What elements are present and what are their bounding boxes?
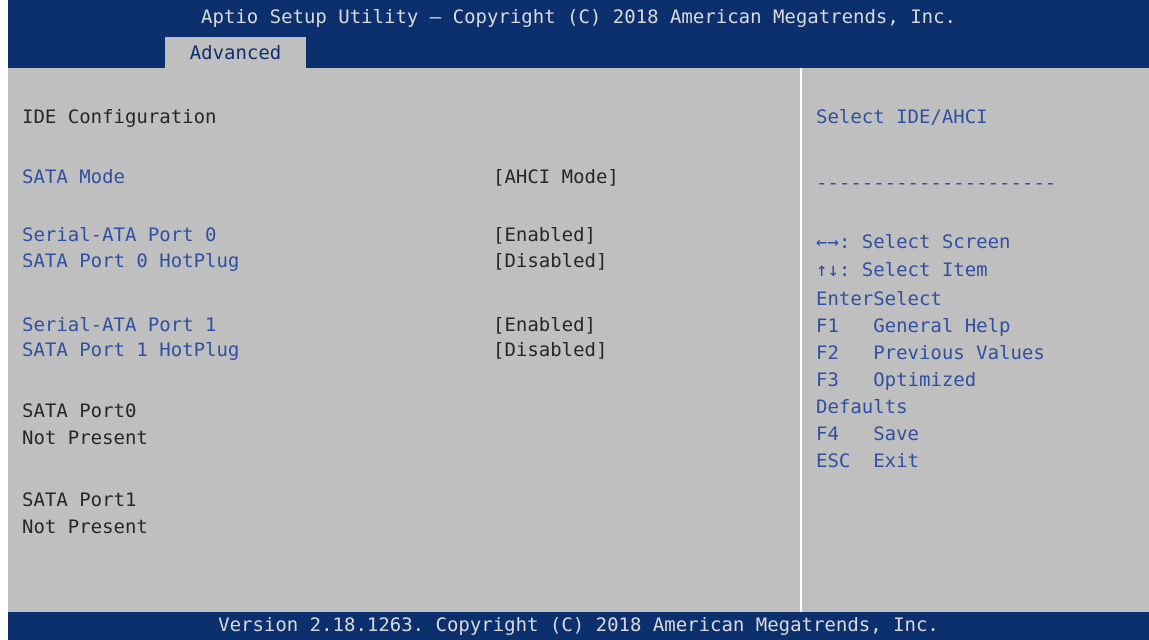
tab-advanced[interactable]: Advanced xyxy=(165,37,306,68)
sata-mode-value[interactable]: [AHCI Mode] xyxy=(493,165,619,189)
main-panel: IDE Configuration SATA Mode [AHCI Mode] … xyxy=(8,68,1149,612)
help-separator: --------------------- xyxy=(816,172,1057,194)
key-f2-previous: F2 Previous Values xyxy=(816,342,1045,364)
sata-mode-label[interactable]: SATA Mode xyxy=(22,165,125,189)
sata-port1-name: SATA Port1 xyxy=(22,489,137,511)
footer-bar: Version 2.18.1263. Copyright (C) 2018 Am… xyxy=(8,612,1149,640)
serial-ata-port0-label[interactable]: Serial-ATA Port 0 xyxy=(22,223,216,247)
sata-port1-hotplug-value[interactable]: [Disabled] xyxy=(493,338,607,362)
help-description: Select IDE/AHCI xyxy=(816,106,988,128)
key-enter-select: EnterSelect xyxy=(816,288,942,310)
sata-port0-name: SATA Port0 xyxy=(22,400,137,422)
key-f3-defaults: Defaults xyxy=(816,396,908,418)
sata-port0-status: Not Present xyxy=(22,427,148,449)
panel-divider xyxy=(800,68,802,612)
sata-port1-status: Not Present xyxy=(22,516,148,538)
serial-ata-port1-label[interactable]: Serial-ATA Port 1 xyxy=(22,313,216,337)
section-title: IDE Configuration xyxy=(22,106,217,128)
key-f3-optimized: F3 Optimized xyxy=(816,369,977,391)
window-title: Aptio Setup Utility – Copyright (C) 2018… xyxy=(201,6,956,28)
header-bar: Aptio Setup Utility – Copyright (C) 2018… xyxy=(8,0,1149,68)
key-f1-help: F1 General Help xyxy=(816,315,1011,337)
key-f4-save: F4 Save xyxy=(816,423,919,445)
bios-screen: Aptio Setup Utility – Copyright (C) 2018… xyxy=(0,0,1149,640)
sata-port1-hotplug-label[interactable]: SATA Port 1 HotPlug xyxy=(22,338,239,362)
sata-port0-hotplug-value[interactable]: [Disabled] xyxy=(493,249,607,273)
serial-ata-port1-value[interactable]: [Enabled] xyxy=(493,313,596,337)
key-select-item: ↑↓: Select Item xyxy=(816,259,988,281)
version-text: Version 2.18.1263. Copyright (C) 2018 Am… xyxy=(218,614,939,636)
key-select-screen: ←→: Select Screen xyxy=(816,231,1011,253)
sata-port0-hotplug-label[interactable]: SATA Port 0 HotPlug xyxy=(22,249,239,273)
serial-ata-port0-value[interactable]: [Enabled] xyxy=(493,223,596,247)
key-esc-exit: ESC Exit xyxy=(816,450,919,472)
